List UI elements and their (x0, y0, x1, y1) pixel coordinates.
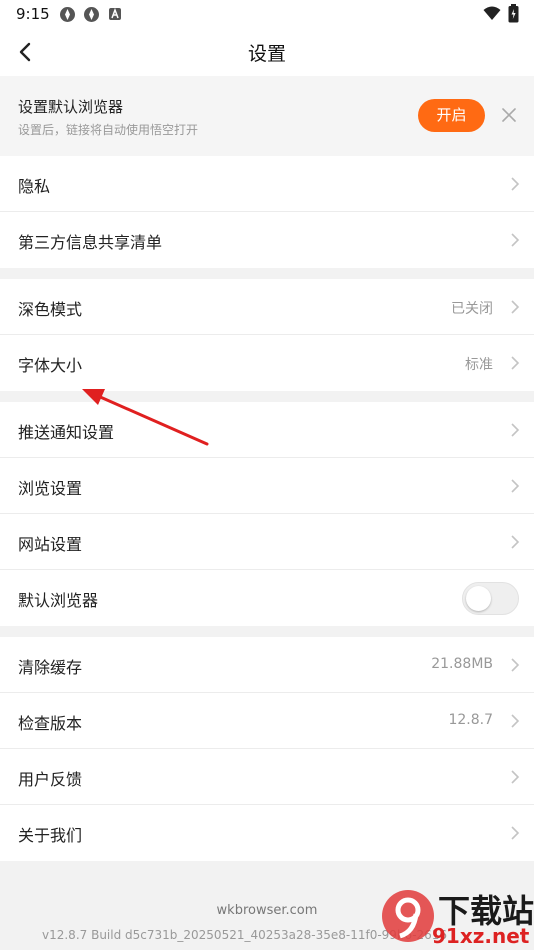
chevron-right-icon (511, 535, 520, 549)
settings-row-font-size[interactable]: 字体大小 标准 (0, 335, 534, 391)
chevron-right-icon (511, 300, 520, 314)
app-header: 设置 (0, 28, 534, 76)
settings-row-clear-cache[interactable]: 清除缓存 21.88MB (0, 637, 534, 693)
settings-row-dark-mode[interactable]: 深色模式 已关闭 (0, 279, 534, 335)
row-label: 深色模式 (18, 300, 83, 319)
watermark-text-bottom: 91xz.net (432, 924, 530, 948)
page-title: 设置 (247, 43, 286, 65)
chevron-right-icon (511, 770, 520, 784)
settings-row-push-notifications[interactable]: 推送通知设置 (0, 402, 534, 458)
settings-row-privacy[interactable]: 隐私 (0, 156, 534, 212)
settings-row-browse-settings[interactable]: 浏览设置 (0, 458, 534, 514)
row-label: 第三方信息共享清单 (18, 233, 163, 252)
status-bar: 9:15 (0, 0, 534, 28)
banner-title: 设置默认浏览器 (18, 98, 124, 116)
settings-row-feedback[interactable]: 用户反馈 (0, 749, 534, 805)
row-value: 21.88MB (431, 656, 493, 672)
a-notification-icon (109, 7, 121, 20)
default-browser-banner: 设置默认浏览器 设置后，链接将自动使用悟空打开 开启 (0, 76, 534, 156)
row-label: 清除缓存 (18, 658, 83, 677)
chevron-right-icon (511, 233, 520, 247)
row-value: 已关闭 (451, 301, 493, 317)
chevron-right-icon (511, 658, 520, 672)
row-label: 网站设置 (18, 535, 83, 554)
app-notification-icon (84, 7, 99, 22)
row-label: 检查版本 (18, 714, 83, 733)
close-icon[interactable] (500, 106, 518, 124)
status-time: 9:15 (16, 5, 50, 23)
wifi-icon (483, 6, 501, 20)
row-value: 12.8.7 (448, 712, 493, 728)
chevron-right-icon (511, 177, 520, 191)
settings-row-default-browser: 默认浏览器 (0, 570, 534, 626)
chevron-right-icon (511, 356, 520, 370)
settings-row-check-version[interactable]: 检查版本 12.8.7 (0, 693, 534, 749)
row-label: 隐私 (18, 177, 51, 196)
chevron-right-icon (511, 714, 520, 728)
battery-icon (508, 4, 519, 23)
row-label: 字体大小 (18, 356, 83, 375)
row-label: 浏览设置 (18, 479, 83, 498)
settings-group-browsing: 推送通知设置 浏览设置 网站设置 默认浏览器 (0, 402, 534, 626)
row-value: 标准 (465, 357, 493, 373)
settings-group-about: 清除缓存 21.88MB 检查版本 12.8.7 用户反馈 关于我们 (0, 637, 534, 861)
toggle-knob (466, 586, 491, 611)
row-label: 默认浏览器 (18, 591, 99, 610)
chevron-right-icon (511, 423, 520, 437)
chevron-right-icon (511, 479, 520, 493)
settings-group-privacy: 隐私 第三方信息共享清单 (0, 156, 534, 268)
settings-row-third-party-sharing[interactable]: 第三方信息共享清单 (0, 212, 534, 268)
settings-row-site-settings[interactable]: 网站设置 (0, 514, 534, 570)
row-label: 用户反馈 (18, 770, 83, 789)
row-label: 关于我们 (18, 826, 83, 845)
row-label: 推送通知设置 (18, 423, 115, 442)
default-browser-toggle[interactable] (462, 582, 519, 615)
settings-group-display: 深色模式 已关闭 字体大小 标准 (0, 279, 534, 391)
settings-row-about-us[interactable]: 关于我们 (0, 805, 534, 861)
app-notification-icon (60, 7, 75, 22)
chevron-right-icon (511, 826, 520, 840)
banner-subtitle: 设置后，链接将自动使用悟空打开 (18, 123, 199, 137)
enable-default-browser-button[interactable]: 开启 (418, 99, 485, 132)
